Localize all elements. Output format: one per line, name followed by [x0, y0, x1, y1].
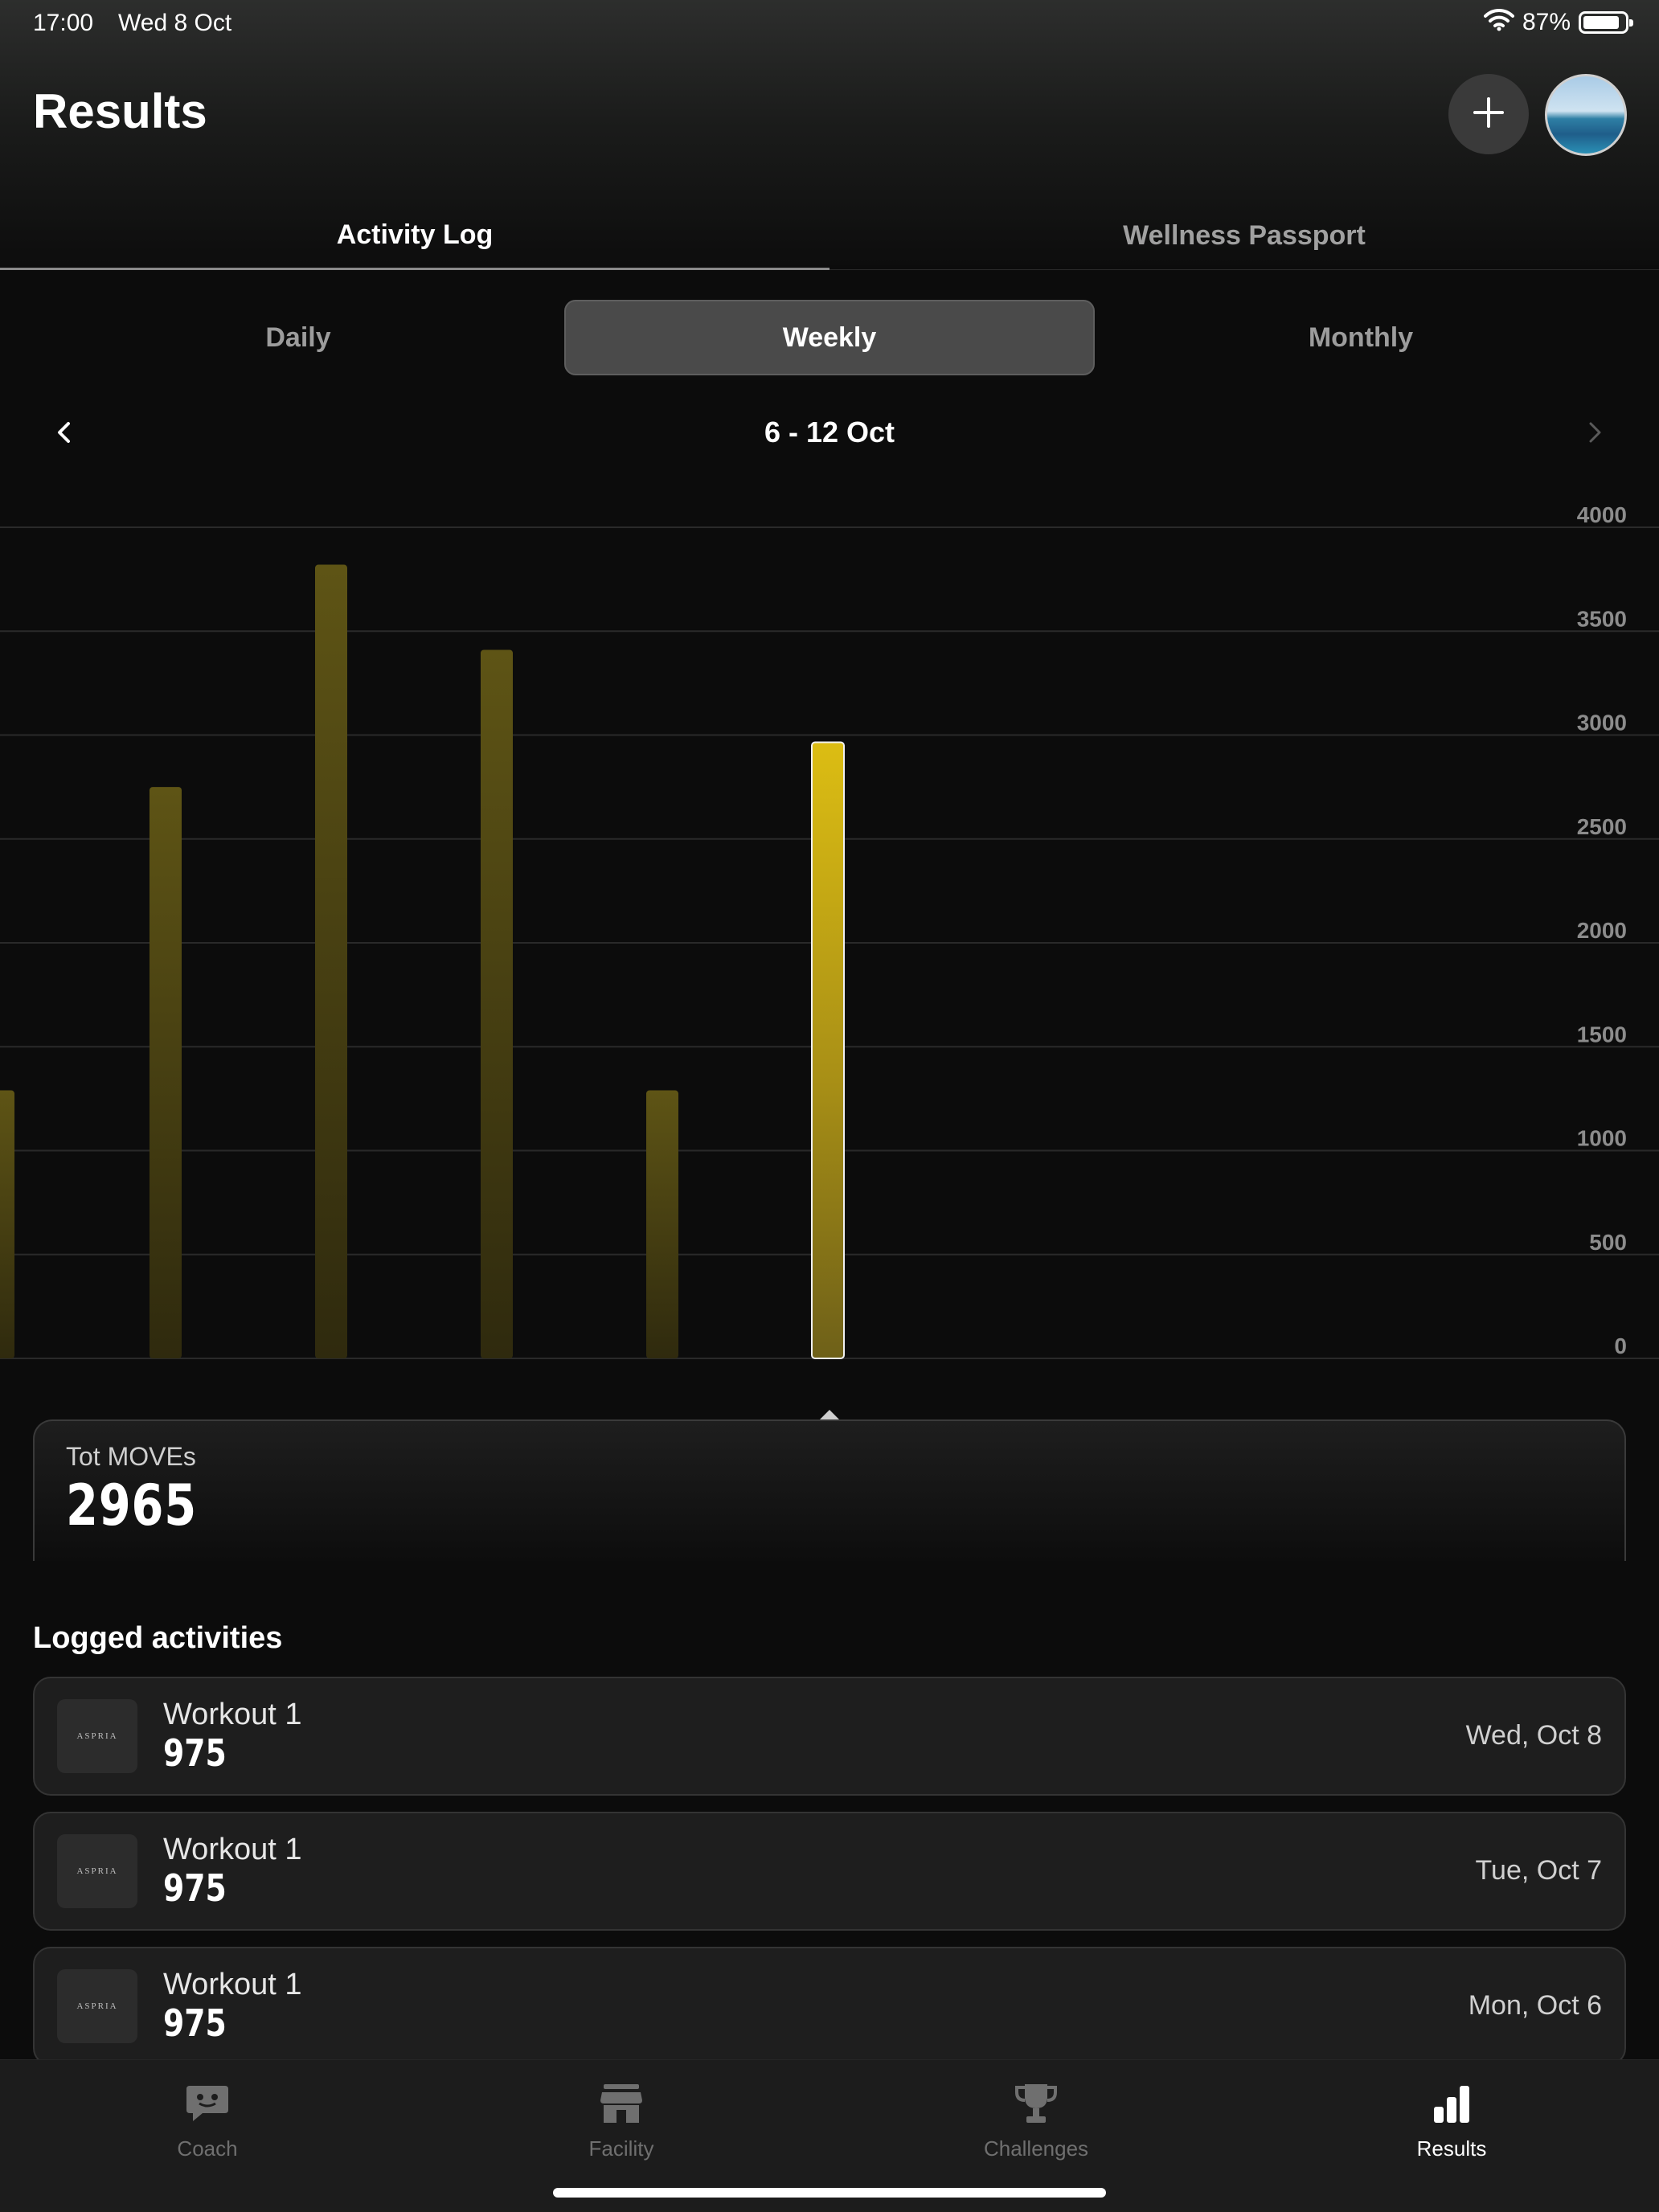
aspria-logo: ASPRIA — [57, 1969, 137, 2043]
activity-moves: 975 — [163, 2001, 227, 2045]
tab-activity-log[interactable]: Activity Log — [0, 203, 830, 270]
activity-item[interactable]: ASPRIA Workout 1 975 Mon, Oct 6 — [33, 1947, 1626, 2066]
battery-icon — [1579, 10, 1633, 34]
nav-facility-label: Facility — [588, 2136, 654, 2161]
battery-percent: 87% — [1522, 8, 1571, 35]
nav-results-label: Results — [1416, 2136, 1487, 2161]
y-tick-label: 3000 — [1577, 711, 1627, 735]
wifi-icon — [1483, 8, 1514, 36]
period-monthly[interactable]: Monthly — [1096, 300, 1626, 375]
activity-name: Workout 1 — [163, 1833, 302, 1866]
nav-coach[interactable]: Coach — [47, 2060, 368, 2181]
y-tick-label: 2000 — [1577, 918, 1627, 943]
facility-store-icon — [599, 2083, 644, 2128]
chevron-right-icon — [1586, 420, 1604, 449]
chevron-left-icon — [55, 420, 73, 449]
tab-wellness-passport[interactable]: Wellness Passport — [830, 203, 1659, 270]
activity-date: Mon, Oct 6 — [1468, 1990, 1602, 2021]
y-tick-label: 4000 — [1577, 502, 1627, 527]
y-tick-label: 500 — [1589, 1230, 1627, 1255]
y-tick-label: 0 — [1614, 1333, 1627, 1358]
moves-bar-chart: 4000 3500 3000 2500 2000 1500 1000 500 0 — [0, 490, 1659, 1374]
y-tick-label: 2500 — [1577, 814, 1627, 839]
activity-item[interactable]: ASPRIA Workout 1 975 Tue, Oct 7 — [33, 1812, 1626, 1931]
total-moves-value: 2965 — [66, 1473, 198, 1538]
chart-bar[interactable] — [150, 787, 182, 1358]
add-button[interactable] — [1448, 74, 1529, 154]
chart-bar-selected[interactable] — [811, 741, 845, 1359]
nav-results[interactable]: Results — [1291, 2060, 1612, 2181]
nav-challenges[interactable]: Challenges — [875, 2060, 1197, 2181]
home-indicator — [553, 2188, 1106, 2198]
y-tick-label: 1000 — [1577, 1126, 1627, 1151]
logged-activities-title: Logged activities — [33, 1621, 283, 1655]
status-time: 17:00 — [33, 10, 94, 36]
total-moves-card: Tot MOVEs 2965 — [33, 1419, 1626, 1561]
chart-bar[interactable] — [0, 1090, 14, 1358]
nav-facility[interactable]: Facility — [461, 2060, 782, 2181]
period-weekly[interactable]: Weekly — [564, 300, 1095, 375]
status-bar: 17:00 Wed 8 Oct 87% — [0, 0, 1659, 48]
coach-chat-icon — [185, 2083, 230, 2128]
total-moves-label: Tot MOVEs — [66, 1442, 196, 1471]
main-tabs: Activity Log Wellness Passport — [0, 203, 1659, 270]
activity-moves: 975 — [163, 1866, 227, 1910]
status-indicators: 87% — [1483, 8, 1633, 36]
chart-canvas: 4000 3500 3000 2500 2000 1500 1000 500 0 — [0, 502, 1659, 1359]
aspria-logo: ASPRIA — [57, 1699, 137, 1773]
activity-name: Workout 1 — [163, 1698, 302, 1731]
status-date: Wed 8 Oct — [118, 10, 232, 36]
activity-name: Workout 1 — [163, 1968, 302, 2001]
y-tick-label: 3500 — [1577, 606, 1627, 631]
activity-date: Wed, Oct 8 — [1465, 1720, 1602, 1751]
activity-moves: 975 — [163, 1731, 227, 1775]
aspria-logo: ASPRIA — [57, 1834, 137, 1908]
next-range-button[interactable] — [1577, 415, 1612, 453]
plus-icon — [1473, 96, 1505, 133]
page-title: Results — [33, 84, 207, 138]
activity-date: Tue, Oct 7 — [1475, 1855, 1602, 1886]
trophy-icon — [1014, 2083, 1059, 2128]
chart-bar[interactable] — [315, 564, 347, 1358]
avatar[interactable] — [1545, 74, 1627, 156]
bar-chart-icon — [1429, 2083, 1474, 2128]
previous-range-button[interactable] — [47, 415, 82, 453]
activity-item[interactable]: ASPRIA Workout 1 975 Wed, Oct 8 — [33, 1677, 1626, 1796]
nav-coach-label: Coach — [177, 2136, 238, 2161]
period-daily[interactable]: Daily — [33, 300, 563, 375]
y-tick-label: 1500 — [1577, 1022, 1627, 1047]
chart-bar[interactable] — [481, 649, 513, 1358]
nav-challenges-label: Challenges — [983, 2136, 1089, 2161]
chart-bar[interactable] — [646, 1090, 678, 1358]
date-range-label: 6 - 12 Oct — [764, 416, 895, 449]
